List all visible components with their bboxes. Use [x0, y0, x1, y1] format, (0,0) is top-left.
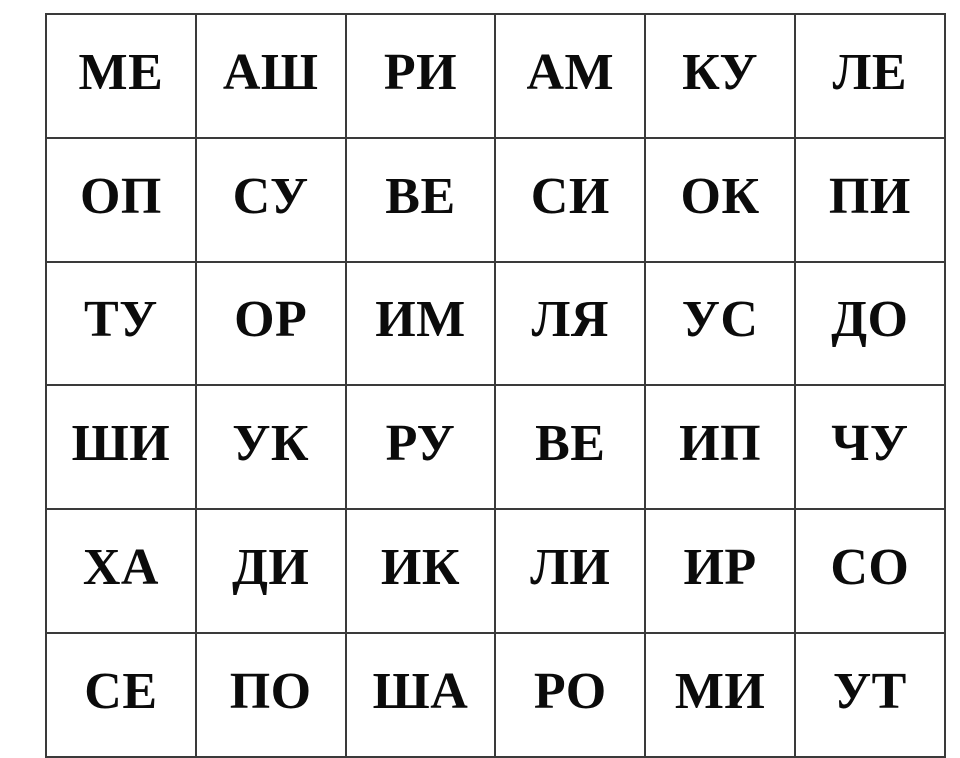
syllable-cell[interactable]: ДИ	[194, 508, 347, 634]
syllable-text: ТУ	[83, 291, 158, 349]
syllable-cell[interactable]: ВЕ	[494, 384, 647, 511]
syllable-cell[interactable]: ИП	[644, 384, 796, 511]
table-row: ТУ ОР ИМ ЛЯ УС ДО	[45, 260, 946, 387]
syllable-cell[interactable]: ОР	[194, 260, 347, 387]
syllable-cell[interactable]: УТ	[793, 631, 946, 758]
table-row: ОП СУ ВЕ СИ ОК ПИ	[45, 136, 946, 263]
syllable-text: РУ	[385, 415, 456, 473]
syllable-text: АШ	[222, 43, 319, 101]
syllable-text: ОР	[234, 291, 308, 349]
syllable-text: ДО	[831, 291, 909, 349]
syllable-cell[interactable]: ЛИ	[494, 508, 647, 634]
syllable-cell[interactable]: ШИ	[45, 384, 197, 511]
syllable-cell[interactable]: ЛЕ	[793, 13, 946, 139]
syllable-text: ПИ	[828, 167, 911, 225]
syllable-text: СЕ	[84, 662, 158, 720]
syllable-grid-page: МЕ АШ РИ АМ КУ ЛЕ ОП СУ ВЕ СИ ОК ПИ ТУ О…	[0, 0, 960, 758]
syllable-cell[interactable]: РИ	[344, 13, 497, 139]
syllable-cell[interactable]: СО	[793, 508, 946, 634]
syllable-cell[interactable]: РО	[494, 631, 647, 758]
syllable-text: ИК	[380, 539, 461, 597]
syllable-cell[interactable]: СИ	[494, 136, 647, 263]
syllable-text: РИ	[383, 43, 458, 101]
syllable-cell[interactable]: АШ	[194, 13, 347, 139]
syllable-cell[interactable]: ИМ	[344, 260, 497, 387]
syllable-text: ЧУ	[831, 415, 909, 473]
table-row: СЕ ПО ША РО МИ УТ	[45, 631, 946, 758]
syllable-text: ИП	[679, 415, 762, 473]
syllable-text: ВЕ	[385, 167, 456, 225]
syllable-cell[interactable]: ВЕ	[344, 136, 497, 263]
syllable-text: СИ	[530, 167, 610, 225]
syllable-cell[interactable]: РУ	[344, 384, 497, 511]
syllable-cell[interactable]: ПИ	[793, 136, 946, 263]
syllable-text: ХА	[82, 539, 159, 597]
syllable-cell[interactable]: КУ	[644, 13, 796, 139]
syllable-cell[interactable]: ДО	[793, 260, 946, 387]
syllable-text: ДИ	[232, 539, 310, 597]
syllable-cell[interactable]: УС	[644, 260, 796, 387]
syllable-text: ИР	[683, 539, 757, 597]
syllable-cell[interactable]: ОП	[45, 136, 197, 263]
syllable-text: СО	[830, 539, 910, 597]
syllable-text: ВЕ	[535, 415, 606, 473]
syllable-cell[interactable]: СЕ	[45, 631, 197, 758]
table-row: ШИ УК РУ ВЕ ИП ЧУ	[45, 384, 946, 511]
syllable-text: АМ	[526, 43, 615, 101]
syllable-text: ЛИ	[530, 539, 611, 597]
syllable-text: СУ	[232, 167, 309, 225]
syllable-cell[interactable]: ИК	[344, 508, 497, 634]
syllable-text: УТ	[832, 662, 907, 720]
syllable-cell[interactable]: СУ	[194, 136, 347, 263]
syllable-table: МЕ АШ РИ АМ КУ ЛЕ ОП СУ ВЕ СИ ОК ПИ ТУ О…	[45, 13, 946, 758]
syllable-text: ИМ	[375, 291, 466, 349]
table-row: ХА ДИ ИК ЛИ ИР СО	[45, 508, 946, 634]
syllable-cell[interactable]: ПО	[194, 631, 347, 758]
syllable-text: ШИ	[71, 415, 171, 473]
syllable-cell[interactable]: ЧУ	[793, 384, 946, 511]
syllable-text: ЛЕ	[832, 43, 908, 101]
syllable-text: ОК	[680, 167, 760, 225]
syllable-text: МЕ	[78, 43, 164, 101]
syllable-text: РО	[533, 662, 607, 720]
syllable-cell[interactable]: ТУ	[45, 260, 197, 387]
syllable-cell[interactable]: ИР	[644, 508, 796, 634]
syllable-text: УС	[681, 291, 759, 349]
syllable-text: ОП	[79, 167, 162, 225]
syllable-text: УК	[232, 415, 310, 473]
syllable-text: МИ	[674, 662, 766, 720]
syllable-text: ША	[372, 662, 469, 720]
syllable-cell[interactable]: ХА	[45, 508, 197, 634]
syllable-cell[interactable]: УК	[194, 384, 347, 511]
syllable-cell[interactable]: АМ	[494, 13, 647, 139]
table-row: МЕ АШ РИ АМ КУ ЛЕ	[45, 13, 946, 139]
syllable-table-body: МЕ АШ РИ АМ КУ ЛЕ ОП СУ ВЕ СИ ОК ПИ ТУ О…	[45, 13, 946, 758]
syllable-text: ЛЯ	[531, 291, 609, 349]
syllable-cell[interactable]: ЛЯ	[494, 260, 647, 387]
syllable-text: КУ	[682, 43, 758, 101]
syllable-cell[interactable]: МИ	[644, 631, 796, 758]
syllable-cell[interactable]: ША	[344, 631, 497, 758]
syllable-cell[interactable]: ОК	[644, 136, 796, 263]
syllable-text: ПО	[229, 662, 312, 720]
syllable-cell[interactable]: МЕ	[45, 13, 197, 139]
